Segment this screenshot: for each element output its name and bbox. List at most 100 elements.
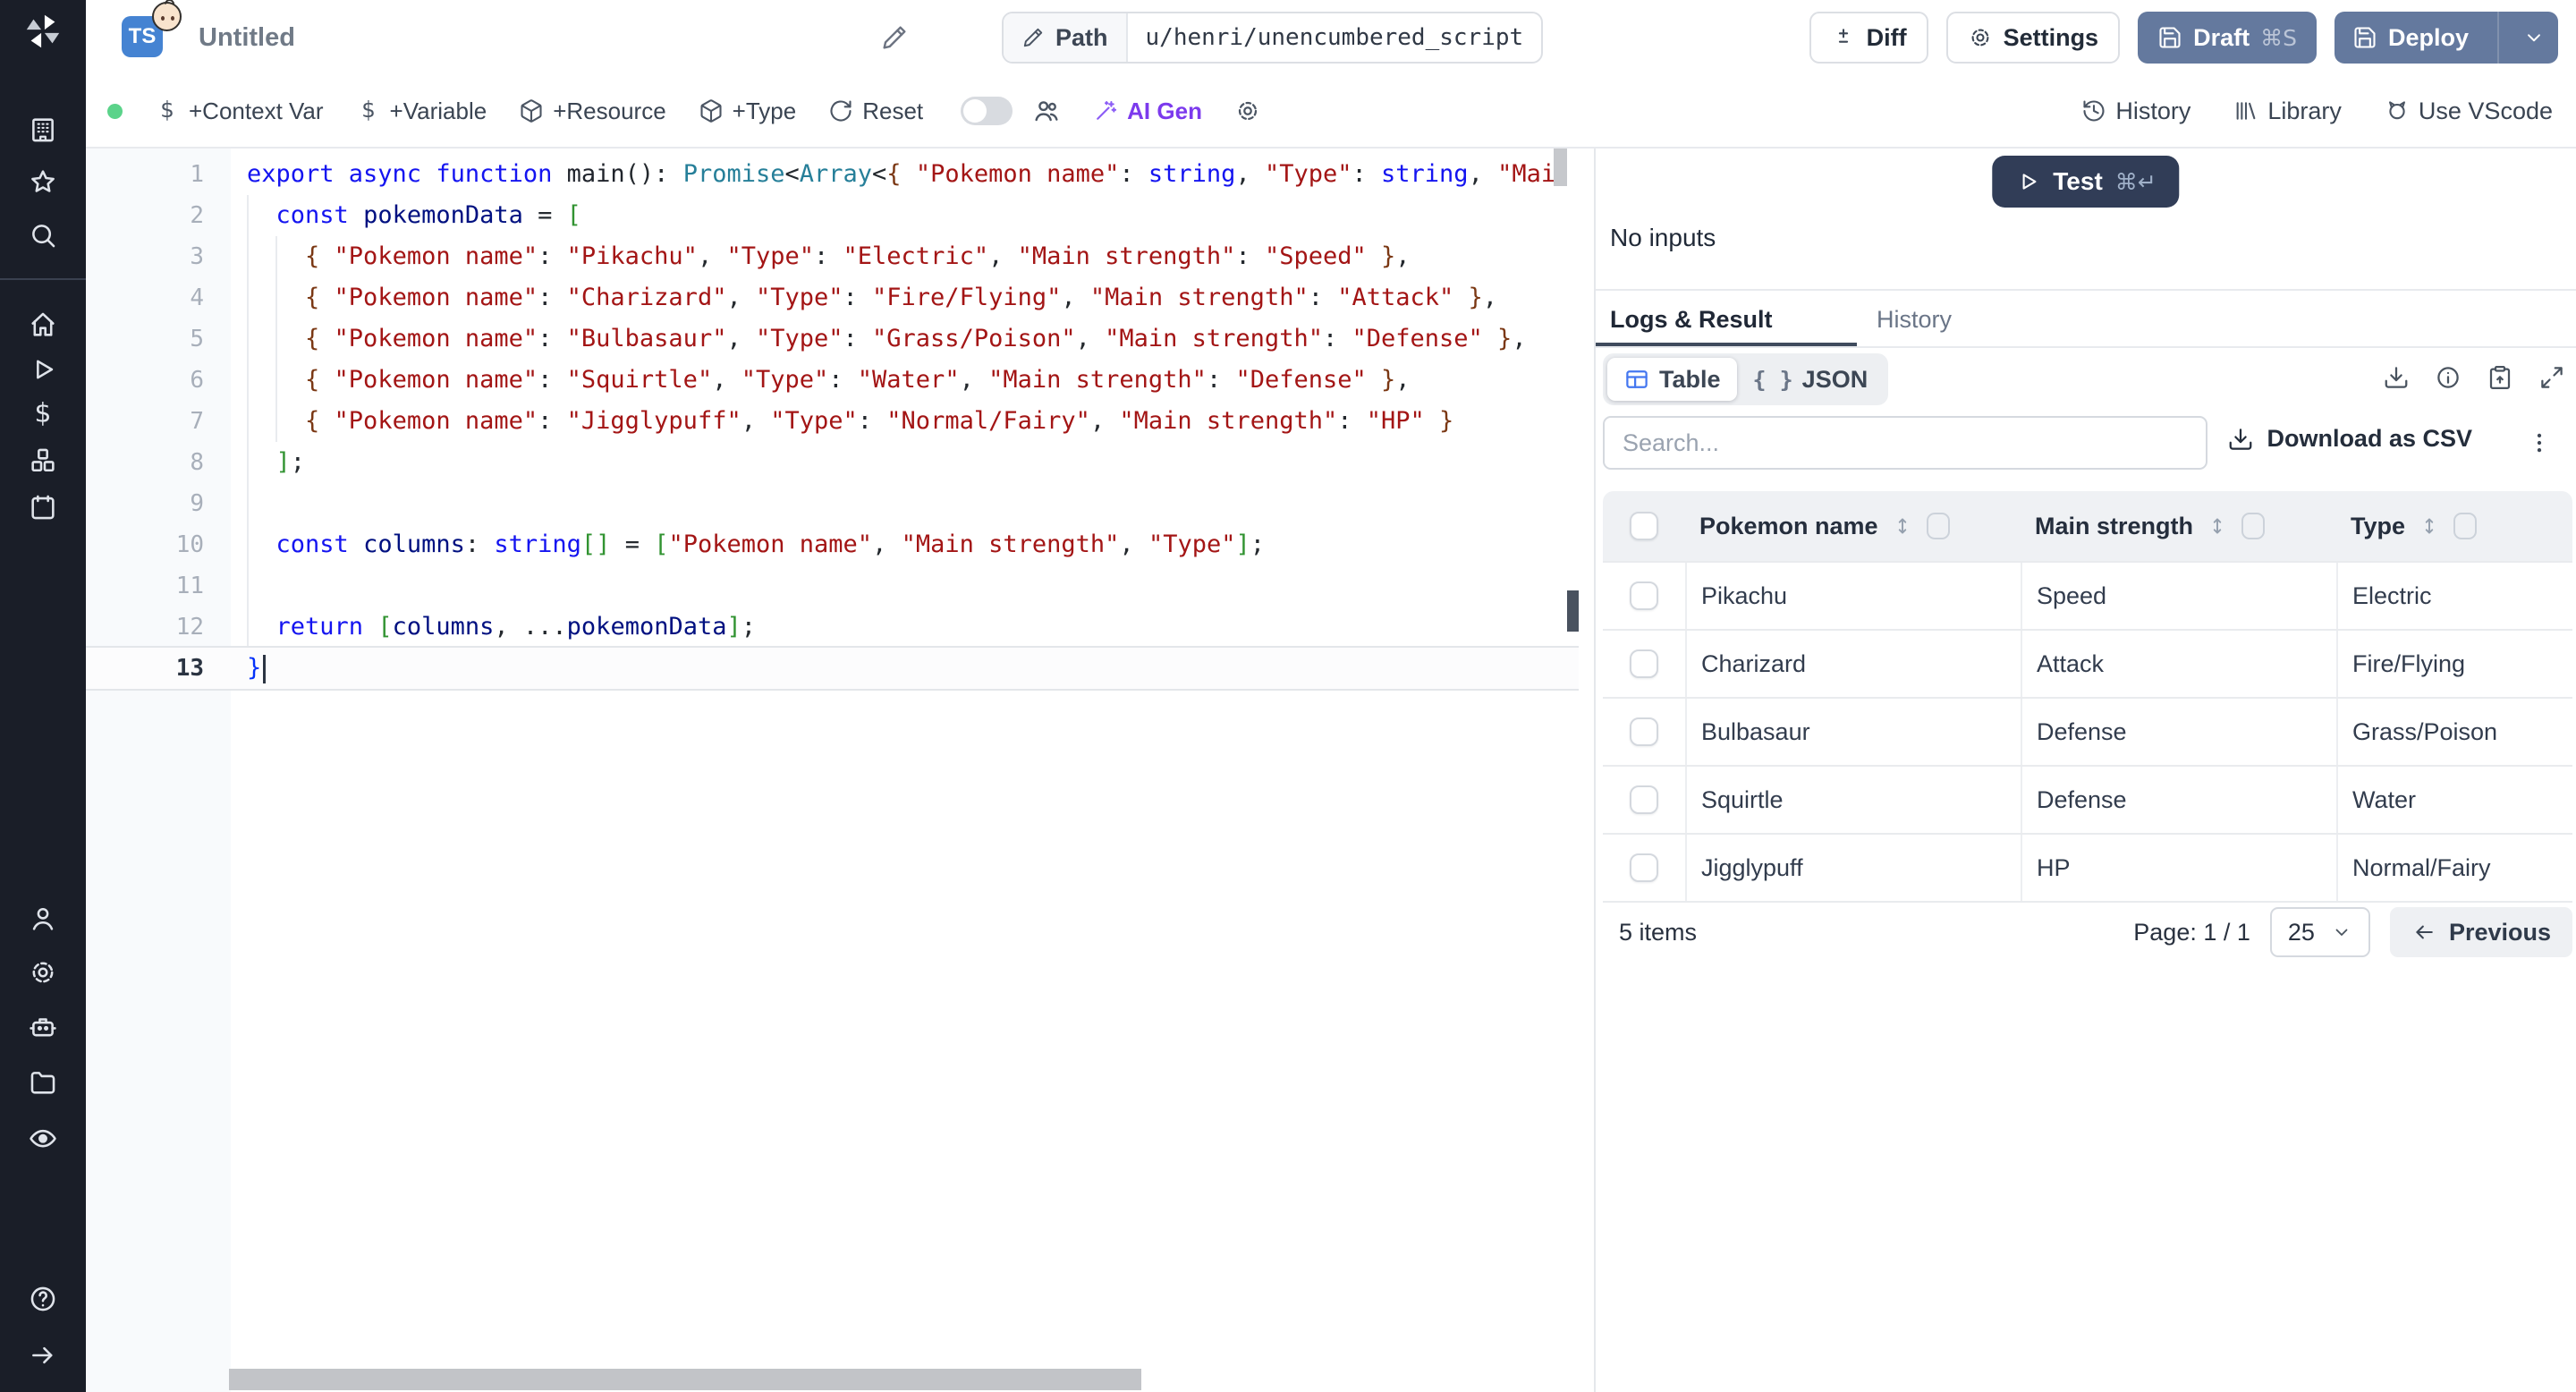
editor-settings-gear-icon[interactable]: [1234, 98, 1261, 124]
search-input[interactable]: [1603, 416, 2207, 470]
history-button[interactable]: History: [2081, 98, 2190, 125]
code-line[interactable]: 6 { "Pokemon name": "Squirtle", "Type": …: [86, 360, 1579, 401]
row-checkbox[interactable]: [1630, 853, 1658, 882]
download-csv-button[interactable]: Download as CSV: [2227, 425, 2472, 453]
row-checkbox[interactable]: [1630, 785, 1658, 814]
search-icon[interactable]: [28, 220, 58, 250]
braces-icon: { }: [1752, 366, 1793, 393]
user-icon[interactable]: [28, 904, 58, 934]
sort-icon[interactable]: [1891, 513, 1914, 539]
column-toggle[interactable]: [1926, 513, 1950, 539]
settings-button[interactable]: Settings: [1945, 12, 2121, 64]
code-line[interactable]: 13}: [86, 646, 1579, 691]
table-row[interactable]: Bulbasaur Defense Grass/Poison: [1603, 697, 2572, 765]
view-json-button[interactable]: { } JSON: [1737, 358, 1885, 401]
table-cell: Defense: [2021, 699, 2336, 765]
history-icon: [2081, 98, 2106, 123]
deploy-button[interactable]: Deploy: [2334, 12, 2558, 64]
add-variable-button[interactable]: $ +Variable: [356, 98, 487, 125]
download-result-icon[interactable]: [2383, 364, 2410, 391]
windmill-logo[interactable]: [22, 11, 64, 52]
variables-icon[interactable]: $: [28, 399, 58, 429]
sort-icon[interactable]: [2206, 513, 2229, 539]
table-cell: Grass/Poison: [2336, 699, 2572, 765]
home-icon[interactable]: [28, 310, 58, 340]
column-toggle[interactable]: [2453, 513, 2478, 539]
sort-icon[interactable]: [2418, 513, 2441, 539]
runs-icon[interactable]: [28, 354, 58, 385]
save-icon: [2352, 25, 2377, 50]
library-label: Library: [2267, 97, 2342, 124]
use-vscode-button[interactable]: Use VScode: [2385, 98, 2553, 125]
test-button[interactable]: Test ⌘↵: [1992, 156, 2180, 208]
code-line[interactable]: 5 { "Pokemon name": "Bulbasaur", "Type":…: [86, 318, 1579, 360]
add-type-button[interactable]: +Type: [699, 98, 796, 125]
code-line[interactable]: 8 ];: [86, 442, 1579, 483]
multiplayer-toggle[interactable]: [961, 97, 1013, 125]
path-field[interactable]: Path u/henri/unencumbered_script: [1002, 12, 1544, 64]
folder-icon[interactable]: [28, 1067, 58, 1098]
code-line[interactable]: 7 { "Pokemon name": "Jigglypuff", "Type"…: [86, 401, 1579, 442]
page-size-select[interactable]: 25: [2269, 907, 2370, 957]
draft-button[interactable]: Draft ⌘S: [2138, 12, 2317, 64]
column-toggle[interactable]: [2241, 513, 2266, 539]
more-options-icon[interactable]: [2526, 423, 2553, 463]
code-line[interactable]: 10 const columns: string[] = ["Pokemon n…: [86, 524, 1579, 565]
add-context-var-button[interactable]: $ +Context Var: [155, 98, 323, 125]
table-row[interactable]: Jigglypuff HP Normal/Fairy: [1603, 833, 2572, 901]
edit-title-pencil-icon[interactable]: [880, 23, 909, 52]
reset-button[interactable]: Reset: [828, 98, 923, 125]
info-icon[interactable]: [2435, 364, 2462, 391]
result-content: Table { } JSON Download as CSV: [1603, 348, 2572, 1392]
previous-page-button[interactable]: Previous: [2389, 907, 2572, 957]
table-cell: Fire/Flying: [2336, 631, 2572, 697]
code-line[interactable]: 1 export async function main(): Promise<A…: [86, 154, 1579, 195]
diff-icon: [1831, 25, 1856, 50]
code-editor[interactable]: 1 export async function main(): Promise<A…: [86, 149, 1579, 1392]
eye-icon[interactable]: [28, 1123, 58, 1153]
code-line[interactable]: 9: [86, 483, 1579, 524]
copy-to-clipboard-icon[interactable]: [2487, 364, 2513, 391]
tab-history[interactable]: History: [1877, 291, 1952, 348]
code-line[interactable]: 3 { "Pokemon name": "Pikachu", "Type": "…: [86, 236, 1579, 277]
robot-icon[interactable]: [28, 1012, 58, 1042]
star-icon[interactable]: [28, 166, 58, 197]
code-line[interactable]: 4 { "Pokemon name": "Charizard", "Type":…: [86, 277, 1579, 318]
table-row[interactable]: Charizard Attack Fire/Flying: [1603, 629, 2572, 697]
editor-horizontal-scrollbar[interactable]: [229, 1369, 1141, 1390]
package-icon: [519, 98, 544, 123]
library-button[interactable]: Library: [2233, 98, 2342, 125]
table-row[interactable]: Pikachu Speed Electric: [1603, 561, 2572, 629]
header-checkbox[interactable]: [1630, 512, 1658, 540]
help-icon[interactable]: [28, 1284, 58, 1314]
collapse-arrow-icon[interactable]: [28, 1340, 58, 1371]
view-table-button[interactable]: Table: [1607, 358, 1737, 401]
schedules-icon[interactable]: [28, 492, 58, 522]
overview-ruler-cursor-mark: [1567, 590, 1579, 632]
editor-vertical-scrollbar[interactable]: [1554, 149, 1567, 186]
ai-gen-button[interactable]: AI Gen: [1093, 98, 1202, 125]
code-line[interactable]: 11: [86, 565, 1579, 607]
code-line[interactable]: 2 const pokemonData = [: [86, 195, 1579, 236]
table-row[interactable]: Squirtle Defense Water: [1603, 765, 2572, 833]
diff-button[interactable]: Diff: [1809, 12, 1928, 64]
deploy-dropdown[interactable]: [2510, 26, 2558, 49]
code-line[interactable]: 12 return [columns, ...pokemonData];: [86, 607, 1579, 648]
play-icon: [2015, 169, 2040, 194]
expand-icon[interactable]: [2538, 364, 2565, 391]
settings-icon[interactable]: [28, 957, 58, 988]
line-number: 1: [190, 161, 204, 188]
table-header: Pokemon name Main strength Type: [1603, 491, 2572, 561]
add-resource-button[interactable]: +Resource: [519, 98, 666, 125]
buildings-icon[interactable]: [28, 115, 58, 145]
tab-logs-result[interactable]: Logs & Result: [1596, 291, 1857, 348]
row-checkbox[interactable]: [1630, 717, 1658, 746]
table-body: Pikachu Speed Electric Charizard Attack Fire/…: [1603, 561, 2572, 901]
path-value[interactable]: u/henri/unencumbered_script: [1128, 13, 1542, 62]
code-text: const pokemonData = [: [275, 201, 581, 229]
draft-shortcut: ⌘S: [2260, 24, 2297, 51]
row-checkbox[interactable]: [1630, 649, 1658, 678]
line-number: 5: [190, 326, 204, 352]
resources-icon[interactable]: [28, 446, 58, 476]
row-checkbox[interactable]: [1630, 581, 1658, 610]
